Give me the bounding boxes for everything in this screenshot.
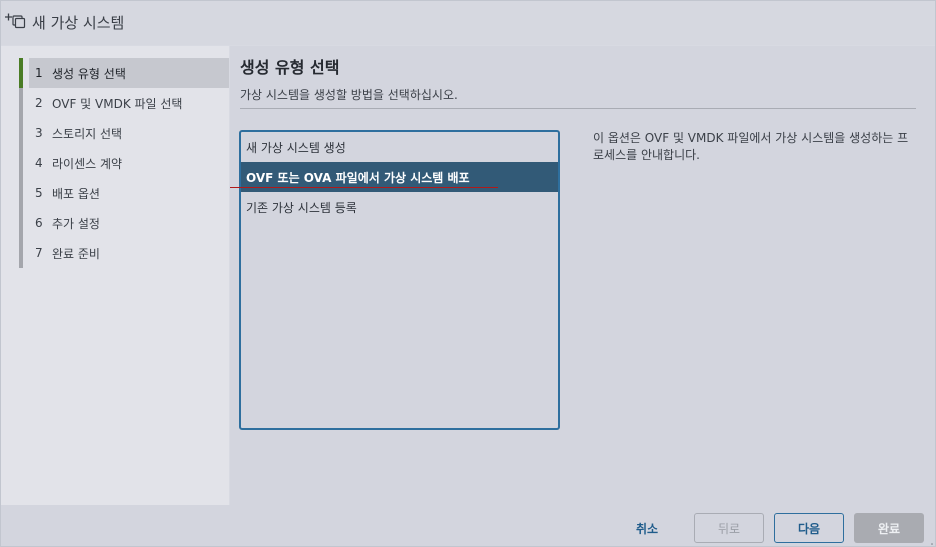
main-panel: 생성 유형 선택 가상 시스템을 생성할 방법을 선택하십시오. 새 가상 시스… — [230, 46, 935, 505]
step-1-select-creation-type[interactable]: 1 생성 유형 선택 — [29, 58, 229, 88]
step-label: 완료 준비 — [52, 246, 100, 261]
steps-track-active — [19, 58, 23, 88]
step-label: 추가 설정 — [52, 216, 100, 231]
option-register-existing-vm[interactable]: 기존 가상 시스템 등록 — [241, 192, 558, 222]
step-5-deployment-options[interactable]: 5 배포 옵션 — [29, 178, 229, 208]
page-subtitle: 가상 시스템을 생성할 방법을 선택하십시오. — [240, 88, 458, 102]
back-button[interactable]: 뒤로 — [694, 513, 764, 543]
step-number: 3 — [35, 126, 43, 140]
next-button[interactable]: 다음 — [774, 513, 844, 543]
finish-button[interactable]: 완료 — [854, 513, 924, 543]
step-3-select-storage[interactable]: 3 스토리지 선택 — [29, 118, 229, 148]
step-label: OVF 및 VMDK 파일 선택 — [52, 96, 183, 111]
step-number: 5 — [35, 186, 43, 200]
step-number: 4 — [35, 156, 43, 170]
page-title: 생성 유형 선택 — [240, 58, 340, 77]
new-vm-dialog: 새 가상 시스템 1 생성 유형 선택 2 OVF 및 VMDK 파일 선택 3… — [0, 0, 936, 547]
dialog-title: 새 가상 시스템 — [32, 14, 125, 32]
option-description: 이 옵션은 OVF 및 VMDK 파일에서 가상 시스템을 생성하는 프로세스를… — [593, 131, 909, 162]
step-6-additional-settings[interactable]: 6 추가 설정 — [29, 208, 229, 238]
step-number: 1 — [35, 66, 43, 80]
cancel-button[interactable]: 취소 — [623, 513, 671, 543]
resize-grip-icon[interactable] — [925, 536, 933, 545]
creation-type-list[interactable]: 새 가상 시스템 생성 OVF 또는 OVA 파일에서 가상 시스템 배포 기존… — [239, 130, 560, 430]
step-number: 2 — [35, 96, 43, 110]
step-2-select-ovf-vmdk[interactable]: 2 OVF 및 VMDK 파일 선택 — [29, 88, 229, 118]
step-label: 스토리지 선택 — [52, 126, 123, 141]
step-7-ready-to-complete[interactable]: 7 완료 준비 — [29, 238, 229, 268]
step-number: 6 — [35, 216, 43, 230]
divider — [240, 108, 916, 109]
annotation-underline — [230, 187, 498, 188]
wizard-steps: 1 생성 유형 선택 2 OVF 및 VMDK 파일 선택 3 스토리지 선택 … — [1, 46, 229, 505]
step-number: 7 — [35, 246, 43, 260]
step-4-license-agreement[interactable]: 4 라이센스 계약 — [29, 148, 229, 178]
step-label: 배포 옵션 — [52, 186, 100, 201]
steps-track — [19, 58, 23, 268]
new-vm-icon — [4, 11, 26, 31]
step-label: 생성 유형 선택 — [52, 66, 126, 81]
option-create-new-vm[interactable]: 새 가상 시스템 생성 — [241, 132, 558, 162]
step-label: 라이센스 계약 — [52, 156, 123, 171]
footer: 취소 뒤로 다음 완료 — [1, 505, 935, 546]
title-bar: 새 가상 시스템 — [1, 1, 935, 45]
